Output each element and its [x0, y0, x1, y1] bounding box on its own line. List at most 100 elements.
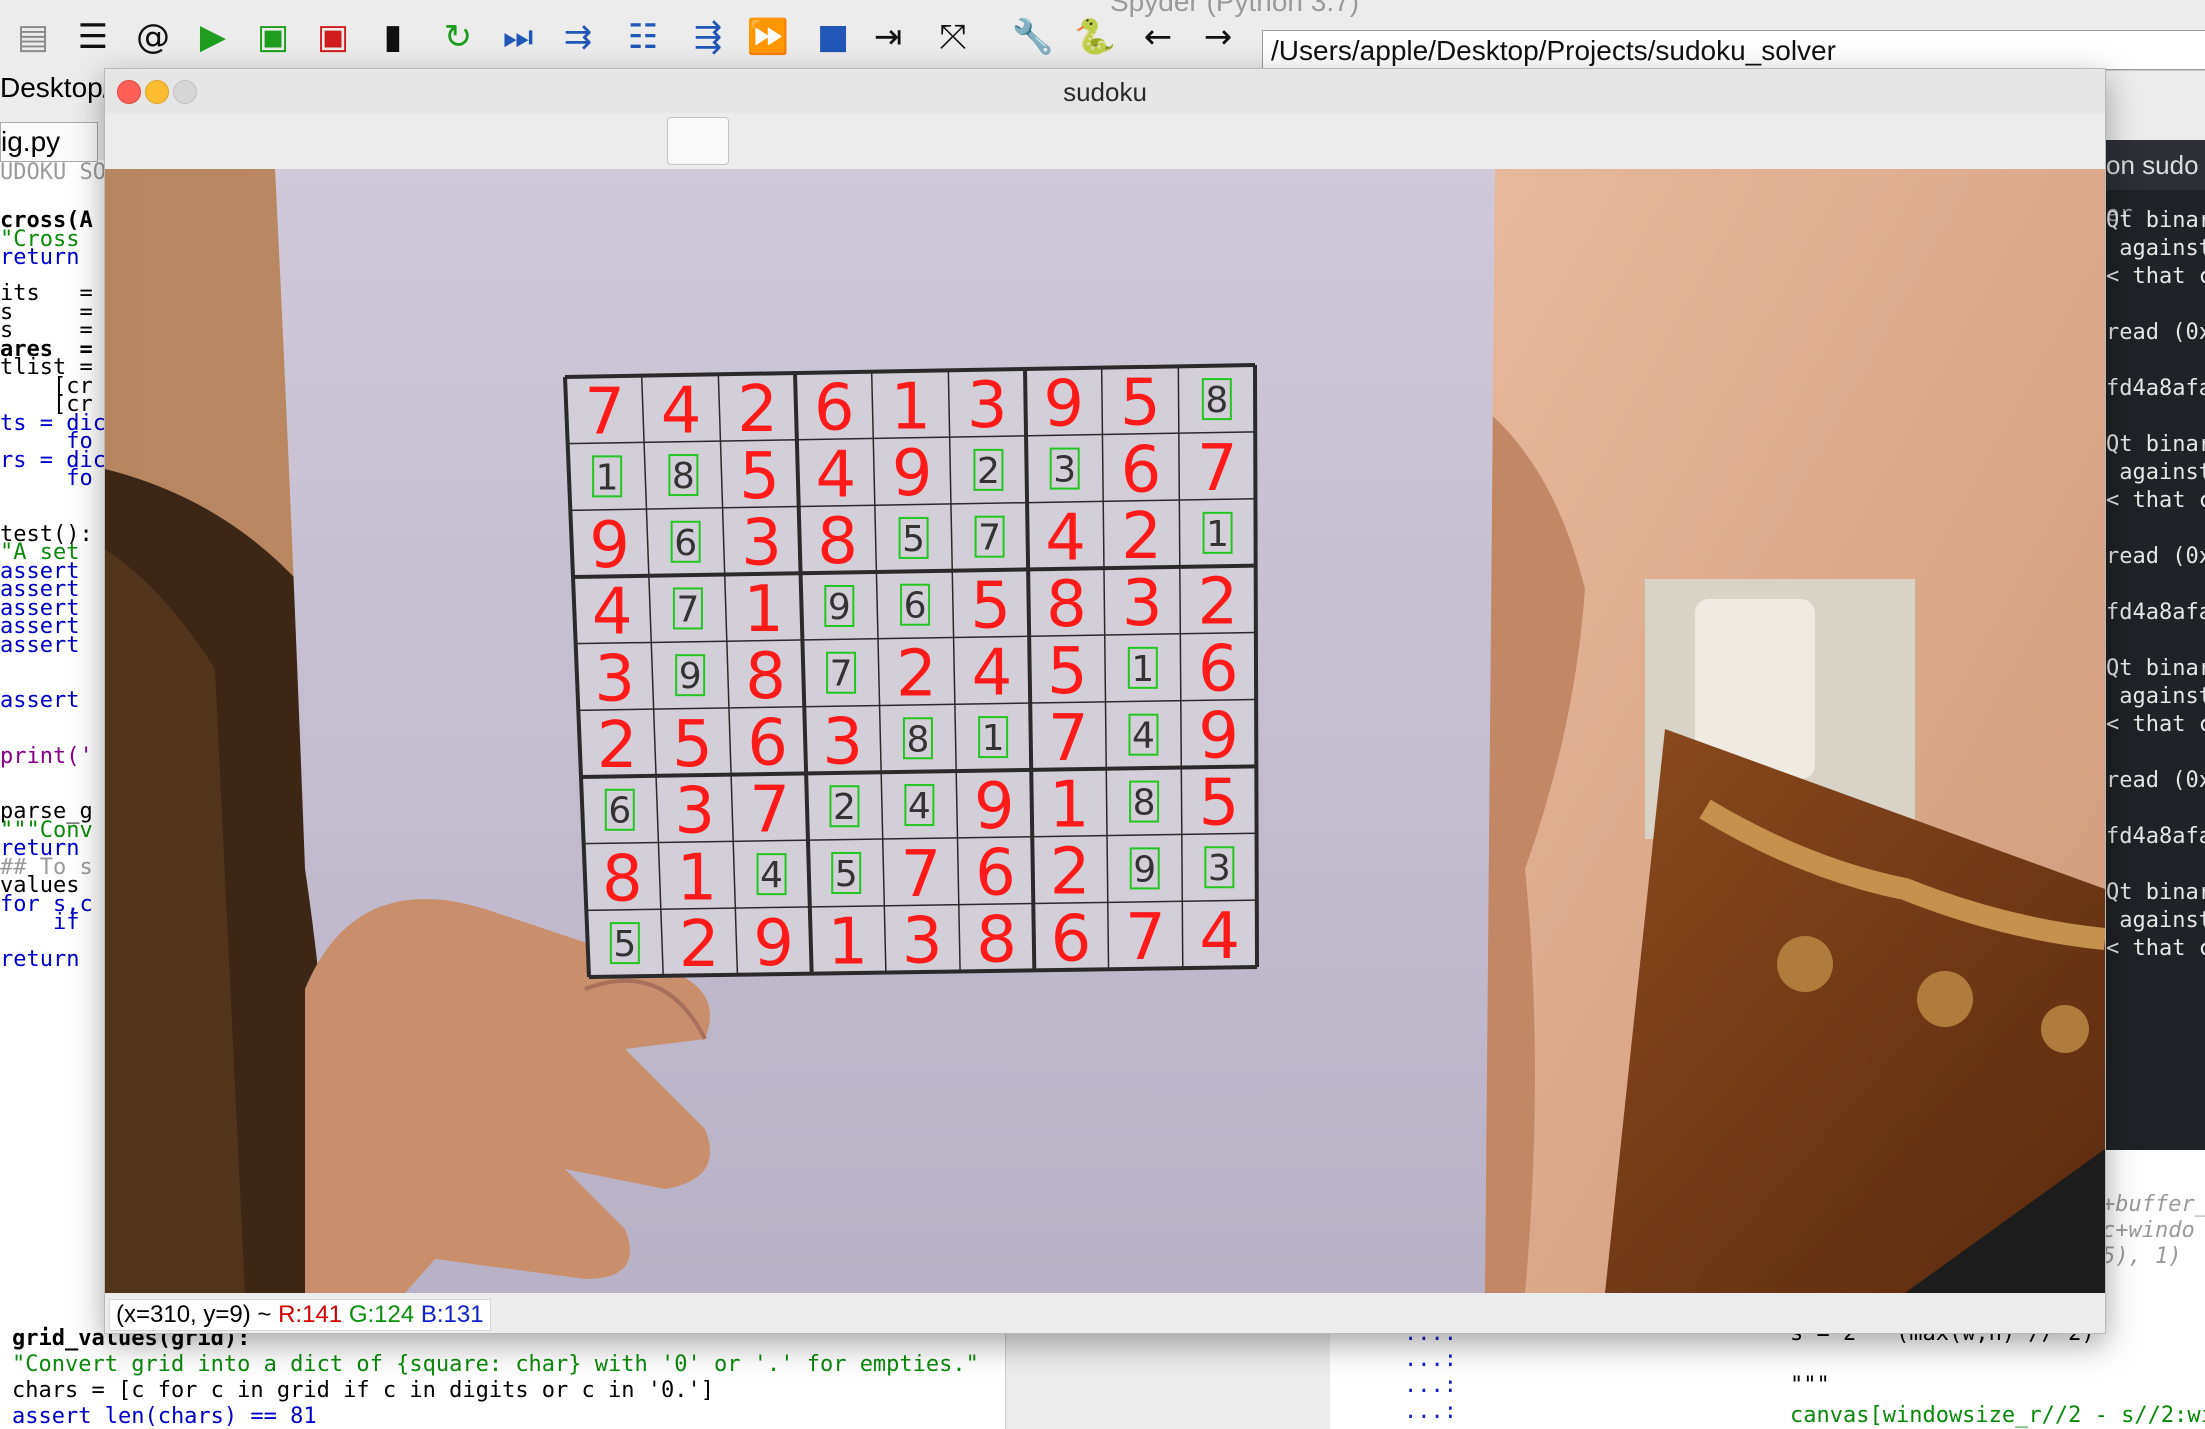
console-output-line: against [2106, 684, 2205, 709]
continue-icon[interactable]: ⇶ [685, 14, 731, 60]
given-digit: 6 [904, 586, 927, 627]
run-cell-advance-icon[interactable]: ▣ [310, 14, 356, 60]
solved-digit: 7 [900, 838, 941, 912]
given-digit: 5 [613, 924, 636, 965]
run-cell-icon[interactable]: ▣ [250, 14, 296, 60]
solved-digit: 1 [1049, 769, 1090, 843]
console-output-line: < that c [2106, 488, 2205, 513]
console-output-line: fd4a8afa [2106, 376, 2205, 401]
at-icon[interactable]: @ [130, 14, 176, 60]
solved-digit: 2 [1121, 500, 1162, 574]
solved-digit: 2 [1198, 566, 1239, 640]
toolbar-button[interactable] [667, 117, 729, 165]
given-digit: 3 [1053, 450, 1076, 491]
file-tab[interactable]: ig.py [0, 122, 98, 162]
solved-digit: 8 [602, 842, 643, 916]
code-editor-bottom[interactable]: grid_values(grid): "Convert grid into a d… [0, 1326, 1006, 1429]
given-digit: 4 [760, 855, 783, 896]
working-directory-input[interactable]: /Users/apple/Desktop/Projects/sudoku_sol… [1262, 30, 2205, 70]
solved-digit: 2 [737, 373, 778, 447]
back-arrow-icon[interactable]: ← [1135, 14, 1181, 60]
pixel-green: G:124 [348, 1301, 415, 1328]
pixel-red: R:141 [278, 1301, 343, 1328]
console-output-line: fd4a8afa [2106, 824, 2205, 849]
code-line: assert [0, 688, 80, 713]
solved-digit: 6 [814, 372, 855, 446]
python-icon[interactable]: 🐍 [1072, 14, 1118, 60]
console-output-line: read (0x [2106, 320, 2205, 345]
solved-digit: 9 [892, 437, 933, 511]
step-into-icon[interactable]: ⇉ [555, 14, 601, 60]
solved-digit: 5 [970, 569, 1011, 643]
solved-digit: 7 [1048, 702, 1089, 776]
code-line: c+windo [2102, 1218, 2195, 1243]
given-digit: 1 [596, 457, 619, 498]
console-output-line: < that c [2106, 712, 2205, 737]
solved-digit: 3 [902, 905, 943, 979]
ipython-console[interactable]: ...:...:...:...:s = 2 * (max(w,h) // 2)"… [1330, 1321, 2205, 1429]
solved-digit: 7 [1125, 901, 1166, 975]
step-return-icon[interactable]: ☷ [620, 14, 666, 60]
solved-digit: 9 [589, 509, 630, 583]
solved-digit: 5 [1120, 366, 1161, 440]
code-line: UDOKU SO [0, 160, 106, 185]
console-tab-header[interactable]: on sudo [2100, 140, 2205, 190]
sudoku-window[interactable]: sudoku 7 4 2 6 1 3 9 5 8 1 8 5 4 9 2 3 6… [104, 68, 2106, 1334]
solved-digit: 8 [817, 505, 858, 579]
solved-digit: 9 [753, 907, 794, 981]
console-output-line: against [2106, 236, 2205, 261]
code-line: return [0, 245, 80, 270]
grid-line [1253, 364, 1259, 968]
window-toolbar [105, 113, 2105, 170]
fast-forward-icon[interactable]: ⏩ [745, 14, 791, 60]
list-icon[interactable]: ☰ [70, 14, 116, 60]
solved-digit: 1 [890, 370, 931, 444]
given-digit: 5 [902, 519, 925, 560]
solved-digit: 4 [592, 576, 633, 650]
code-line: print(' [0, 744, 93, 769]
debug-icon[interactable]: ↻ [435, 14, 481, 60]
solved-digit: 9 [974, 770, 1015, 844]
solved-digit: 6 [1198, 633, 1239, 707]
code-line: return [0, 947, 80, 972]
fullscreen-icon[interactable]: ⤧ [930, 14, 976, 60]
forward-arrow-icon[interactable]: → [1195, 14, 1241, 60]
solved-digit: 9 [1043, 368, 1084, 442]
pixel-blue: B:131 [420, 1301, 484, 1328]
solved-digit: 4 [972, 636, 1013, 710]
camera-frame: 7 4 2 6 1 3 9 5 81 8 5 4 9 2 3 6 79 6 3 8 5 7 4 2 14 7 1 9 6 5 8 3 23 9 8 7… [105, 169, 2105, 1293]
spyder-toolbar: Spyder (Python 3.7) ▤ ☰ @ ▶ ▣ ▣ ▮ ↻ ⏭ ⇉ ☷ ⇶ ⏩ ■ ⇥ ⤧ 🔧 🐍 ← →… [0, 0, 2205, 71]
solved-digit: 6 [747, 707, 788, 781]
code-line: chars = [c for c in grid if c in digits … [12, 1378, 714, 1403]
solved-digit: 1 [677, 841, 718, 915]
run-icon[interactable]: ▶ [190, 14, 236, 60]
solved-digit: 6 [1121, 433, 1162, 507]
given-digit: 6 [608, 791, 631, 832]
console-output-line: Qt binar [2106, 432, 2205, 457]
camera-feed[interactable]: 7426139581854923679638574214719658323987… [105, 169, 2105, 1293]
window-titlebar[interactable]: sudoku [105, 69, 2105, 113]
given-digit: 8 [906, 719, 929, 760]
given-digit: 8 [1133, 783, 1156, 824]
wrench-icon[interactable]: 🔧 [1010, 14, 1056, 60]
solved-digit: 3 [1122, 567, 1163, 641]
code-line: assert [0, 633, 80, 658]
files-icon[interactable]: ▤ [10, 14, 56, 60]
maximize-icon[interactable]: ⇥ [865, 14, 911, 60]
solved-digit: 8 [976, 903, 1017, 977]
code-editor[interactable]: UDOKU SO cross(A "Cross return its = s = s = ar… [0, 70, 110, 1429]
stop-icon[interactable]: ■ [810, 14, 856, 60]
solved-digit: 8 [745, 640, 786, 714]
step-icon[interactable]: ⏭ [495, 14, 541, 60]
pixel-coords: (x=310, y=9) ~ [116, 1301, 279, 1328]
solved-digit: 4 [1045, 501, 1086, 575]
console-output-line: read (0x [2106, 544, 2205, 569]
console-output-line: Qt binar [2106, 656, 2205, 681]
solved-digit: 1 [743, 573, 784, 647]
solved-digit: 6 [1051, 902, 1092, 976]
console-output-line: < that c [2106, 264, 2205, 289]
given-digit: 3 [1208, 848, 1231, 889]
run-selection-icon[interactable]: ▮ [370, 14, 416, 60]
given-digit: 2 [977, 451, 1000, 492]
editor-tab-bar: Desktop/ ig.py [0, 70, 111, 162]
